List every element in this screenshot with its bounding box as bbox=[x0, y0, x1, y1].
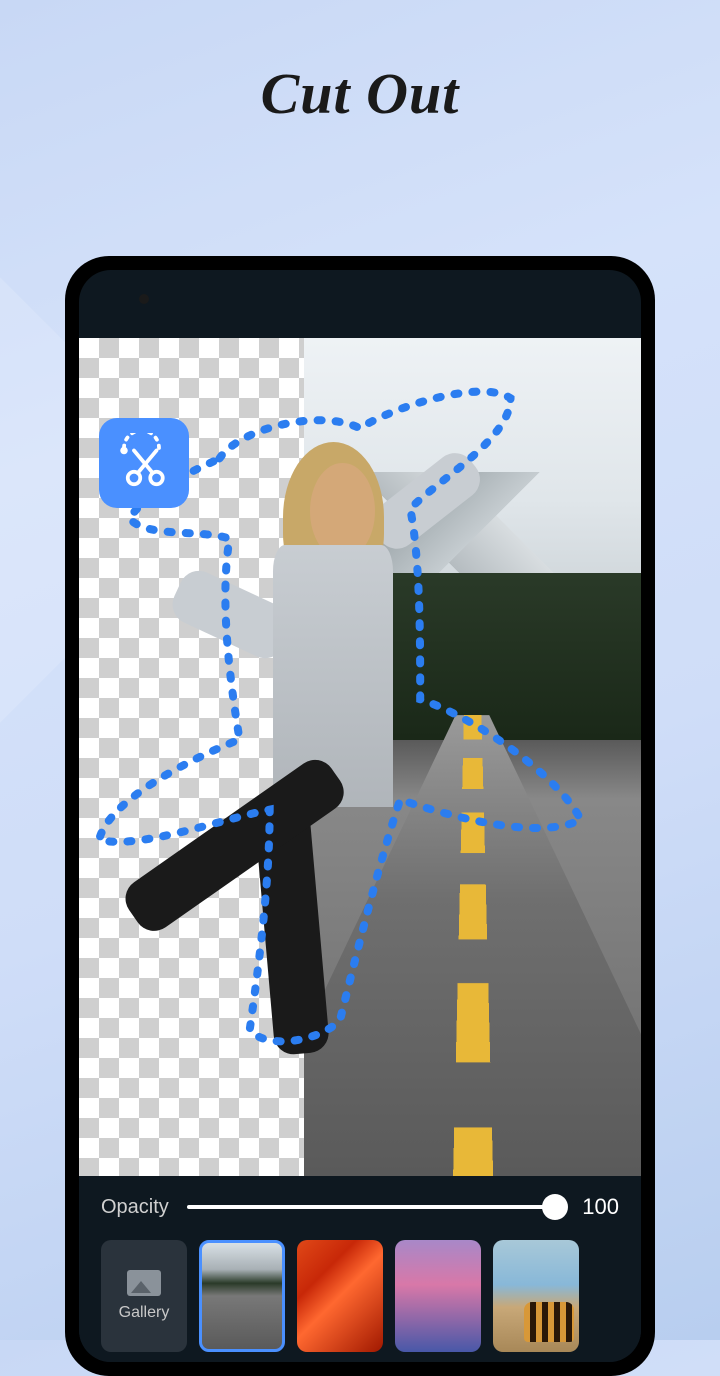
background-thumb-tiger-beach[interactable] bbox=[493, 1240, 579, 1352]
opacity-control: Opacity 100 bbox=[101, 1194, 619, 1220]
scissors-icon bbox=[114, 433, 174, 493]
background-thumbnails: Gallery bbox=[101, 1240, 619, 1362]
gallery-icon bbox=[127, 1270, 161, 1296]
phone-speaker bbox=[139, 294, 149, 304]
gallery-label: Gallery bbox=[119, 1304, 170, 1322]
editing-canvas[interactable] bbox=[79, 338, 641, 1176]
slider-thumb[interactable] bbox=[542, 1194, 568, 1220]
gallery-button[interactable]: Gallery bbox=[101, 1240, 187, 1352]
background-thumb-purple-sunset[interactable] bbox=[395, 1240, 481, 1352]
phone-screen: Opacity 100 Gallery bbox=[79, 270, 641, 1362]
background-thumb-mountain-road[interactable] bbox=[199, 1240, 285, 1352]
phone-frame: Opacity 100 Gallery bbox=[65, 256, 655, 1376]
opacity-value: 100 bbox=[573, 1194, 619, 1220]
page-title: Cut Out bbox=[0, 60, 720, 127]
cutout-tool-button[interactable] bbox=[99, 418, 189, 508]
opacity-label: Opacity bbox=[101, 1196, 169, 1219]
opacity-slider[interactable] bbox=[187, 1205, 555, 1209]
bottom-controls: Opacity 100 Gallery bbox=[79, 1176, 641, 1362]
foreground-subject[interactable] bbox=[135, 422, 596, 1109]
background-thumb-red-canyon[interactable] bbox=[297, 1240, 383, 1352]
